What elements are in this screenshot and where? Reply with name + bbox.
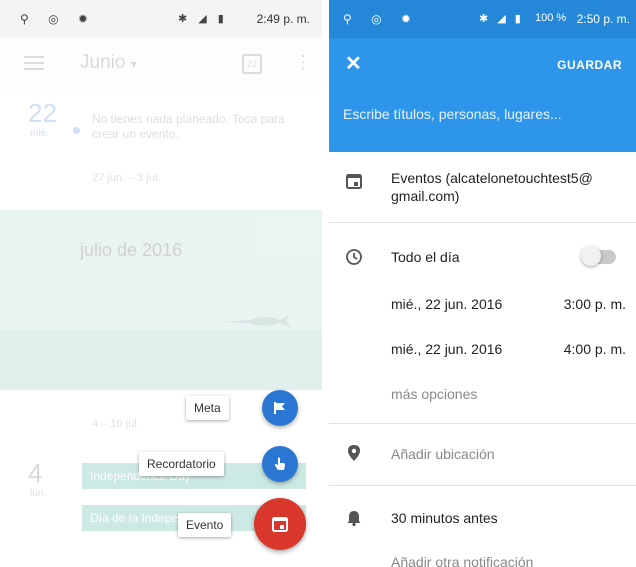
month-label: Junio <box>80 52 126 73</box>
signal-icons: ✱ ◢ ▮ <box>479 13 524 25</box>
divider <box>329 222 636 223</box>
day-weekday: lun. <box>30 488 47 499</box>
calendar-agenda-screen: ⚲ ◎ ✹ ✱ ◢ ▮ 2:49 p. m. Junio ▾ 22 ⋮ 22 m… <box>0 0 322 567</box>
day-weekday: mié. <box>30 128 49 139</box>
hand-pointer-icon <box>274 457 285 470</box>
calendar-account-line: Eventos (alcatelonetouchtest5@ <box>391 170 593 186</box>
more-options-link[interactable]: más opciones <box>391 386 477 402</box>
week-range-label: 27 jun. – 3 jul. <box>92 172 161 184</box>
menu-icon[interactable] <box>24 56 44 70</box>
bell-icon <box>347 511 361 527</box>
calendar-account-line: gmail.com) <box>391 188 460 204</box>
app-bar <box>0 38 322 90</box>
event-label[interactable]: Evento <box>178 513 232 537</box>
today-indicator <box>73 127 80 134</box>
goal-fab-button[interactable] <box>262 390 298 426</box>
divider <box>329 423 636 424</box>
save-button[interactable]: GUARDAR <box>557 58 622 72</box>
wave-illustration <box>0 330 322 390</box>
calendar-today-icon[interactable]: 22 <box>242 54 262 74</box>
status-bar: ⚲ ◎ ✹ ✱ ◢ ▮ 2:49 p. m. <box>0 0 322 38</box>
event-header <box>329 38 636 152</box>
calendar-account-selector[interactable]: Eventos (alcatelonetouchtest5@ gmail.com… <box>391 169 593 205</box>
calendar-event-icon <box>272 517 288 532</box>
new-event-screen: ⚲ ◎ ✹ ✱ ◢ ▮ 100 % 2:50 p. m. ✕ GUARDAR E… <box>329 0 636 567</box>
swordfish-illustration <box>220 314 292 328</box>
calendar-icon <box>346 174 362 189</box>
status-time: 2:50 p. m. <box>576 12 630 26</box>
week-range-label: 4 – 10 jul. <box>92 418 140 430</box>
start-time[interactable]: 3:00 p. m. <box>564 296 626 312</box>
divider <box>329 485 636 486</box>
month-banner-illustration <box>0 210 322 390</box>
event-title-input[interactable] <box>343 106 623 122</box>
notification-setting[interactable]: 30 minutos antes <box>391 510 498 526</box>
new-event-fab-button[interactable] <box>254 498 306 550</box>
all-day-toggle-knob[interactable] <box>581 246 601 266</box>
start-date[interactable]: mié., 22 jun. 2016 <box>391 296 502 312</box>
month-selector[interactable]: Junio ▾ <box>80 52 137 74</box>
more-vert-icon[interactable]: ⋮ <box>294 52 312 73</box>
battery-level: 100 % <box>535 12 567 24</box>
day-number: 4 <box>28 458 43 488</box>
reminder-label[interactable]: Recordatorio <box>139 452 224 476</box>
end-time[interactable]: 4:00 p. m. <box>564 341 626 357</box>
location-input[interactable]: Añadir ubicación <box>391 446 495 462</box>
location-pin-icon <box>348 445 360 461</box>
reminder-fab-button[interactable] <box>262 446 298 482</box>
empty-day-message[interactable]: No tienes nada planeado. Toca para crear… <box>92 112 292 142</box>
all-day-label: Todo el día <box>391 249 460 265</box>
close-icon[interactable]: ✕ <box>345 52 369 76</box>
flag-icon <box>274 402 285 414</box>
day-number: 22 <box>28 98 57 128</box>
status-time: 2:49 p. m. <box>256 12 310 26</box>
notification-icons: ⚲ ◎ ✹ <box>343 12 419 26</box>
goal-label[interactable]: Meta <box>186 396 229 420</box>
chevron-down-icon: ▾ <box>130 57 137 71</box>
status-bar: ⚲ ◎ ✹ ✱ ◢ ▮ 100 % 2:50 p. m. <box>329 0 636 38</box>
clock-icon <box>346 249 362 265</box>
notification-icons: ⚲ ◎ ✹ <box>20 12 96 26</box>
end-date[interactable]: mié., 22 jun. 2016 <box>391 341 502 357</box>
signal-icons: ✱ ◢ ▮ <box>178 13 228 25</box>
add-notification-link[interactable]: Añadir otra notificación <box>391 554 533 567</box>
month-banner-title: julio de 2016 <box>80 240 183 260</box>
